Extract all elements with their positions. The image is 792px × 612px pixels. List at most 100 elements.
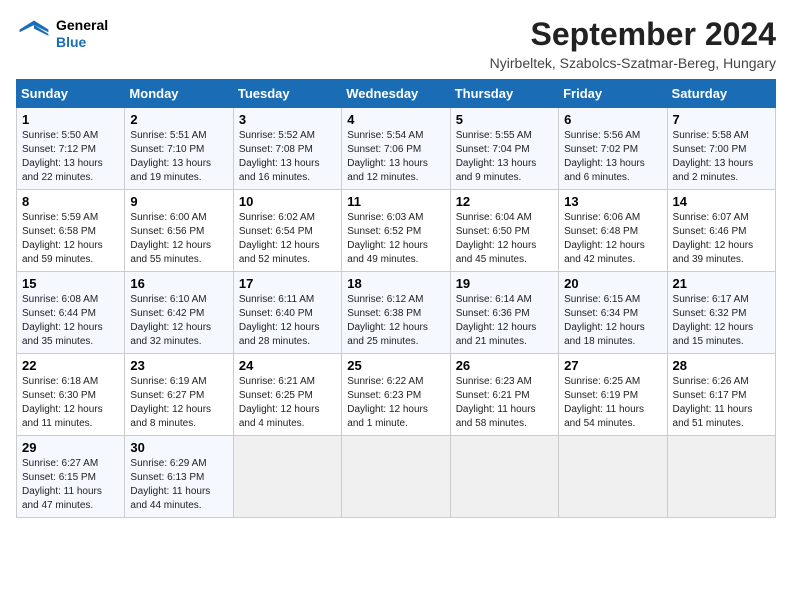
day-number: 13 xyxy=(564,194,661,209)
calendar-cell: 24 Sunrise: 6:21 AM Sunset: 6:25 PM Dayli… xyxy=(233,354,341,436)
calendar-cell: 23 Sunrise: 6:19 AM Sunset: 6:27 PM Dayli… xyxy=(125,354,233,436)
calendar-cell: 3 Sunrise: 5:52 AM Sunset: 7:08 PM Daylig… xyxy=(233,108,341,190)
day-number: 27 xyxy=(564,358,661,373)
day-content: Sunrise: 5:52 AM Sunset: 7:08 PM Dayligh… xyxy=(239,129,336,185)
calendar-cell: 4 Sunrise: 5:54 AM Sunset: 7:06 PM Daylig… xyxy=(342,108,450,190)
day-content: Sunrise: 6:11 AM Sunset: 6:40 PM Dayligh… xyxy=(239,293,336,349)
day-content: Sunrise: 6:15 AM Sunset: 6:34 PM Dayligh… xyxy=(564,293,661,349)
day-content: Sunrise: 6:07 AM Sunset: 6:46 PM Dayligh… xyxy=(673,211,770,267)
day-number: 30 xyxy=(130,440,227,455)
day-number: 24 xyxy=(239,358,336,373)
calendar-cell xyxy=(559,436,667,518)
calendar-cell: 29 Sunrise: 6:27 AM Sunset: 6:15 PM Dayli… xyxy=(17,436,125,518)
calendar-cell xyxy=(342,436,450,518)
day-number: 5 xyxy=(456,112,553,127)
day-number: 9 xyxy=(130,194,227,209)
day-number: 15 xyxy=(22,276,119,291)
calendar-cell: 25 Sunrise: 6:22 AM Sunset: 6:23 PM Dayli… xyxy=(342,354,450,436)
day-content: Sunrise: 6:06 AM Sunset: 6:48 PM Dayligh… xyxy=(564,211,661,267)
weekday-header-saturday: Saturday xyxy=(667,80,775,108)
calendar-cell: 13 Sunrise: 6:06 AM Sunset: 6:48 PM Dayli… xyxy=(559,190,667,272)
title-section: September 2024 Nyirbeltek, Szabolcs-Szat… xyxy=(490,16,776,71)
calendar-cell: 15 Sunrise: 6:08 AM Sunset: 6:44 PM Dayli… xyxy=(17,272,125,354)
day-number: 1 xyxy=(22,112,119,127)
weekday-header-monday: Monday xyxy=(125,80,233,108)
day-content: Sunrise: 6:29 AM Sunset: 6:13 PM Dayligh… xyxy=(130,457,227,513)
day-content: Sunrise: 6:14 AM Sunset: 6:36 PM Dayligh… xyxy=(456,293,553,349)
calendar-cell xyxy=(450,436,558,518)
calendar-cell: 16 Sunrise: 6:10 AM Sunset: 6:42 PM Dayli… xyxy=(125,272,233,354)
calendar-cell: 6 Sunrise: 5:56 AM Sunset: 7:02 PM Daylig… xyxy=(559,108,667,190)
day-content: Sunrise: 6:08 AM Sunset: 6:44 PM Dayligh… xyxy=(22,293,119,349)
day-content: Sunrise: 6:12 AM Sunset: 6:38 PM Dayligh… xyxy=(347,293,444,349)
calendar-cell: 19 Sunrise: 6:14 AM Sunset: 6:36 PM Dayli… xyxy=(450,272,558,354)
day-number: 2 xyxy=(130,112,227,127)
day-content: Sunrise: 5:50 AM Sunset: 7:12 PM Dayligh… xyxy=(22,129,119,185)
calendar-cell: 7 Sunrise: 5:58 AM Sunset: 7:00 PM Daylig… xyxy=(667,108,775,190)
day-content: Sunrise: 6:17 AM Sunset: 6:32 PM Dayligh… xyxy=(673,293,770,349)
day-number: 4 xyxy=(347,112,444,127)
day-content: Sunrise: 6:10 AM Sunset: 6:42 PM Dayligh… xyxy=(130,293,227,349)
month-title: September 2024 xyxy=(490,16,776,53)
day-number: 10 xyxy=(239,194,336,209)
day-number: 8 xyxy=(22,194,119,209)
day-content: Sunrise: 6:23 AM Sunset: 6:21 PM Dayligh… xyxy=(456,375,553,431)
calendar-cell: 28Sunrise: 6:26 AM Sunset: 6:17 PM Dayli… xyxy=(667,354,775,436)
day-number: 17 xyxy=(239,276,336,291)
day-number: 7 xyxy=(673,112,770,127)
weekday-header-friday: Friday xyxy=(559,80,667,108)
calendar-cell xyxy=(667,436,775,518)
weekday-header-wednesday: Wednesday xyxy=(342,80,450,108)
day-number: 25 xyxy=(347,358,444,373)
day-content: Sunrise: 6:04 AM Sunset: 6:50 PM Dayligh… xyxy=(456,211,553,267)
calendar-cell: 5Sunrise: 5:55 AM Sunset: 7:04 PM Daylig… xyxy=(450,108,558,190)
day-number: 3 xyxy=(239,112,336,127)
calendar-cell: 26 Sunrise: 6:23 AM Sunset: 6:21 PM Dayli… xyxy=(450,354,558,436)
day-content: Sunrise: 5:58 AM Sunset: 7:00 PM Dayligh… xyxy=(673,129,770,185)
calendar-cell: 17 Sunrise: 6:11 AM Sunset: 6:40 PM Dayli… xyxy=(233,272,341,354)
day-number: 26 xyxy=(456,358,553,373)
day-content: Sunrise: 6:22 AM Sunset: 6:23 PM Dayligh… xyxy=(347,375,444,431)
calendar-cell: 20 Sunrise: 6:15 AM Sunset: 6:34 PM Dayli… xyxy=(559,272,667,354)
day-number: 12 xyxy=(456,194,553,209)
day-number: 6 xyxy=(564,112,661,127)
calendar-cell: 1 Sunrise: 5:50 AM Sunset: 7:12 PM Daylig… xyxy=(17,108,125,190)
calendar-cell: 22 Sunrise: 6:18 AM Sunset: 6:30 PM Dayli… xyxy=(17,354,125,436)
day-number: 20 xyxy=(564,276,661,291)
day-content: Sunrise: 6:21 AM Sunset: 6:25 PM Dayligh… xyxy=(239,375,336,431)
day-number: 29 xyxy=(22,440,119,455)
day-content: Sunrise: 6:27 AM Sunset: 6:15 PM Dayligh… xyxy=(22,457,119,513)
logo: General Blue xyxy=(16,16,108,52)
calendar-cell: 9Sunrise: 6:00 AM Sunset: 6:56 PM Daylig… xyxy=(125,190,233,272)
day-number: 19 xyxy=(456,276,553,291)
day-number: 11 xyxy=(347,194,444,209)
day-number: 16 xyxy=(130,276,227,291)
weekday-header-tuesday: Tuesday xyxy=(233,80,341,108)
day-number: 21 xyxy=(673,276,770,291)
day-content: Sunrise: 6:19 AM Sunset: 6:27 PM Dayligh… xyxy=(130,375,227,431)
day-content: Sunrise: 6:18 AM Sunset: 6:30 PM Dayligh… xyxy=(22,375,119,431)
calendar-cell: 2Sunrise: 5:51 AM Sunset: 7:10 PM Daylig… xyxy=(125,108,233,190)
calendar-cell: 21 Sunrise: 6:17 AM Sunset: 6:32 PM Dayli… xyxy=(667,272,775,354)
calendar-table: SundayMondayTuesdayWednesdayThursdayFrid… xyxy=(16,79,776,518)
day-content: Sunrise: 5:54 AM Sunset: 7:06 PM Dayligh… xyxy=(347,129,444,185)
day-number: 23 xyxy=(130,358,227,373)
calendar-cell: 11Sunrise: 6:03 AM Sunset: 6:52 PM Dayli… xyxy=(342,190,450,272)
calendar-cell: 27Sunrise: 6:25 AM Sunset: 6:19 PM Dayli… xyxy=(559,354,667,436)
calendar-cell: 18Sunrise: 6:12 AM Sunset: 6:38 PM Dayli… xyxy=(342,272,450,354)
calendar-cell: 8 Sunrise: 5:59 AM Sunset: 6:58 PM Daylig… xyxy=(17,190,125,272)
day-content: Sunrise: 5:56 AM Sunset: 7:02 PM Dayligh… xyxy=(564,129,661,185)
day-content: Sunrise: 6:02 AM Sunset: 6:54 PM Dayligh… xyxy=(239,211,336,267)
calendar-cell xyxy=(233,436,341,518)
day-content: Sunrise: 5:59 AM Sunset: 6:58 PM Dayligh… xyxy=(22,211,119,267)
calendar-cell: 14Sunrise: 6:07 AM Sunset: 6:46 PM Dayli… xyxy=(667,190,775,272)
calendar-cell: 30 Sunrise: 6:29 AM Sunset: 6:13 PM Dayli… xyxy=(125,436,233,518)
logo-icon xyxy=(16,16,52,52)
weekday-header-sunday: Sunday xyxy=(17,80,125,108)
calendar-cell: 12 Sunrise: 6:04 AM Sunset: 6:50 PM Dayli… xyxy=(450,190,558,272)
location: Nyirbeltek, Szabolcs-Szatmar-Bereg, Hung… xyxy=(490,55,776,71)
day-number: 22 xyxy=(22,358,119,373)
calendar-cell: 10 Sunrise: 6:02 AM Sunset: 6:54 PM Dayli… xyxy=(233,190,341,272)
weekday-header-thursday: Thursday xyxy=(450,80,558,108)
day-content: Sunrise: 6:26 AM Sunset: 6:17 PM Dayligh… xyxy=(673,375,770,431)
